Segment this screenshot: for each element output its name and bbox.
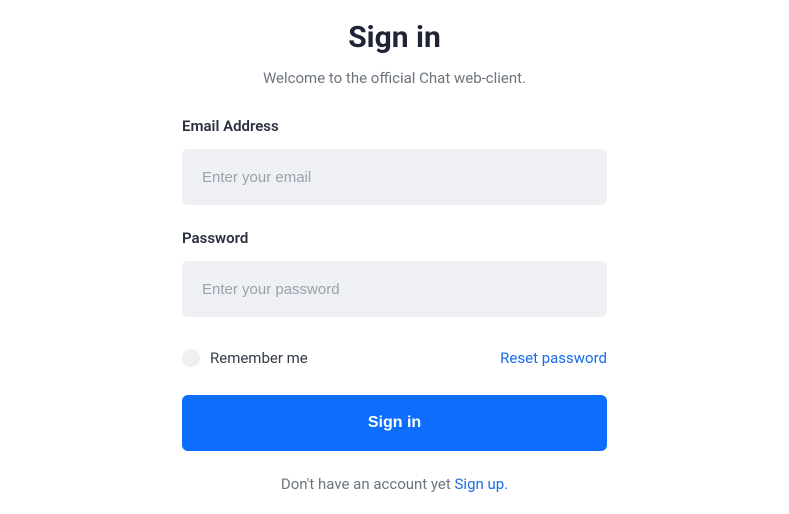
options-row: Remember me Reset password <box>182 349 607 367</box>
page-title: Sign in <box>348 20 441 55</box>
email-label: Email Address <box>182 117 607 135</box>
reset-password-link[interactable]: Reset password <box>500 349 607 367</box>
remember-checkbox[interactable] <box>182 349 200 367</box>
signin-button[interactable]: Sign in <box>182 395 607 451</box>
signin-container: Sign in Welcome to the official Chat web… <box>182 20 607 514</box>
signup-row: Don't have an account yet Sign up. <box>182 475 607 493</box>
signup-prompt: Don't have an account yet <box>281 475 455 493</box>
password-label: Password <box>182 229 607 247</box>
remember-group: Remember me <box>182 349 308 367</box>
signin-form: Email Address Password Remember me Reset… <box>182 117 607 493</box>
password-field[interactable] <box>182 261 607 317</box>
remember-label: Remember me <box>210 349 308 367</box>
page-subtitle: Welcome to the official Chat web-client. <box>263 69 526 87</box>
signup-link[interactable]: Sign up. <box>455 475 509 493</box>
email-field[interactable] <box>182 149 607 205</box>
